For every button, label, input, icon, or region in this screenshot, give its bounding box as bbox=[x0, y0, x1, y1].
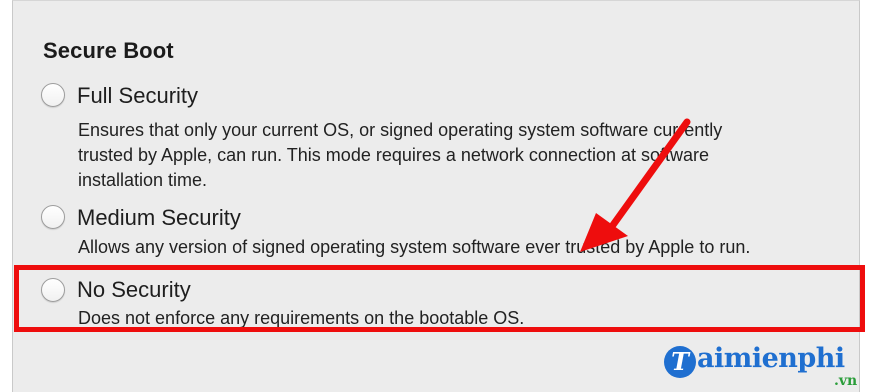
medium-security-label[interactable]: Medium Security bbox=[77, 205, 241, 231]
medium-security-description-line: Allows any version of signed operating s… bbox=[78, 237, 751, 257]
screenshot-frame: Secure Boot Full Security Ensures that o… bbox=[0, 0, 870, 392]
full-security-description-line: Ensures that only your current OS, or si… bbox=[78, 120, 723, 140]
window-edge bbox=[860, 0, 870, 392]
full-security-label[interactable]: Full Security bbox=[77, 83, 198, 109]
full-security-description-line: installation time. bbox=[78, 170, 208, 190]
watermark-logo: T aimienphi .vn bbox=[664, 340, 864, 392]
watermark-mark: T bbox=[664, 346, 696, 378]
full-security-description: Ensures that only your current OS, or si… bbox=[78, 118, 722, 193]
highlight-box bbox=[14, 265, 865, 332]
watermark-suffix: .vn bbox=[834, 373, 858, 389]
section-title: Secure Boot bbox=[43, 38, 174, 63]
watermark-text: aimienphi bbox=[697, 343, 845, 374]
medium-security-radio[interactable] bbox=[41, 205, 65, 229]
full-security-radio[interactable] bbox=[41, 83, 65, 107]
full-security-description-line: trusted by Apple, can run. This mode req… bbox=[78, 145, 710, 165]
medium-security-description: Allows any version of signed operating s… bbox=[78, 235, 750, 260]
